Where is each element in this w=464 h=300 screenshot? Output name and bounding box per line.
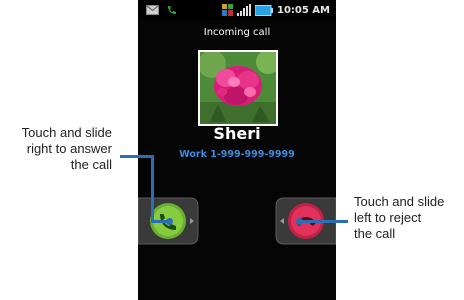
phone-screen: 10:05 AM Incoming call Sheri Work 1-999-… — [138, 0, 336, 300]
answer-callout-line-h — [120, 155, 154, 158]
status-left — [146, 3, 178, 17]
signal-bars-icon — [236, 4, 251, 16]
status-right: 10:05 AM — [221, 3, 330, 17]
battery-icon — [254, 4, 273, 16]
answer-callout-label: Touch and slide right to answer the call — [21, 125, 112, 172]
answer-callout-dot — [166, 218, 173, 225]
caller-name: Sheri — [213, 124, 261, 143]
reject-callout-label: Touch and slide left to reject the call — [354, 194, 445, 241]
message-icon — [146, 5, 159, 15]
answer-callout-line-v — [151, 155, 154, 223]
status-bar: 10:05 AM — [138, 0, 336, 20]
reject-callout-dot — [296, 218, 303, 225]
clock: 10:05 AM — [276, 4, 330, 16]
missed-call-icon — [168, 6, 176, 14]
caller-number: Work 1-999-999-9999 — [179, 149, 295, 160]
reject-callout-line — [300, 220, 348, 223]
incoming-call-title: Incoming call — [203, 27, 271, 38]
caller-photo — [198, 50, 278, 126]
sim-icon — [221, 4, 233, 16]
